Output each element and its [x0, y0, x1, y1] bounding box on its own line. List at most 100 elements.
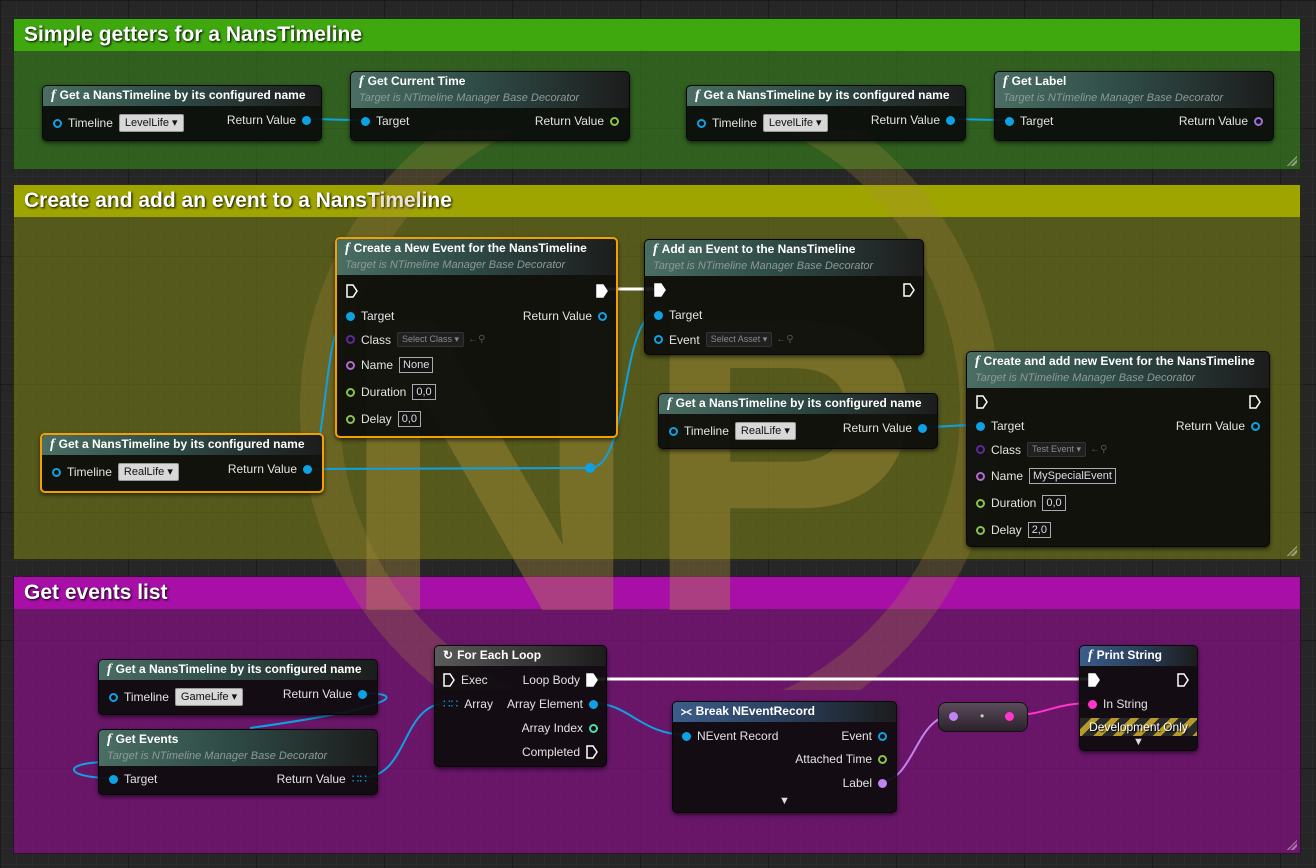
class-pin[interactable]: Class Select Class←⚲	[346, 332, 485, 347]
target-pin[interactable]: Target	[654, 308, 702, 322]
class-pin[interactable]: Class Test Event←⚲	[976, 442, 1107, 457]
object-pin-icon[interactable]	[654, 335, 663, 344]
return-value-pin[interactable]: Return Value	[283, 687, 367, 701]
text-pin-icon[interactable]	[949, 712, 958, 721]
return-value-pin[interactable]: Return Value	[523, 309, 607, 323]
target-pin[interactable]: Target	[361, 114, 409, 128]
exec-pin-icon[interactable]	[1249, 395, 1261, 409]
target-pin[interactable]: Target	[1005, 114, 1053, 128]
get-current-time-node[interactable]: f Get Current Time Target is NTimeline Man…	[350, 71, 630, 141]
get-timeline-by-name-node[interactable]: f Get a NansTimeline by its configured na…	[98, 659, 378, 715]
return-value-pin[interactable]: Return Value	[227, 113, 311, 127]
duration-pin[interactable]: Duration 0,0	[976, 495, 1066, 511]
exec-pin-icon[interactable]	[976, 395, 988, 409]
object-pin-icon[interactable]	[697, 118, 706, 128]
node-header[interactable]: f Add an Event to the NansTimeline Target …	[645, 240, 923, 276]
timeline-dropdown[interactable]: RealLife	[734, 422, 796, 440]
node-header[interactable]: ↻ For Each Loop	[435, 646, 606, 666]
comment-title[interactable]: Simple getters for a NansTimeline	[14, 19, 1300, 51]
target-pin[interactable]: Target	[346, 309, 394, 323]
get-label-node[interactable]: f Get Label Target is NTimeline Manager Ba…	[994, 71, 1274, 141]
name-input[interactable]: None	[399, 357, 434, 373]
object-pin-icon[interactable]	[109, 774, 118, 784]
comment-title[interactable]: Create and add an event to a NansTimelin…	[14, 185, 1300, 217]
create-new-event-node[interactable]: f Create a New Event for the NansTimeline…	[335, 237, 618, 438]
float-pin-icon[interactable]	[346, 414, 355, 424]
object-pin-icon[interactable]	[53, 118, 62, 128]
browse-icon[interactable]: ←⚲	[776, 334, 793, 345]
object-pin-icon[interactable]	[358, 689, 367, 699]
timeline-dropdown[interactable]: GameLife	[174, 688, 244, 706]
event-pin[interactable]: Event	[841, 729, 887, 743]
duration-pin[interactable]: Duration 0,0	[346, 384, 436, 400]
get-timeline-by-name-node[interactable]: f Get a NansTimeline by its configured na…	[686, 85, 966, 141]
array-index-pin[interactable]: Array Index	[522, 721, 598, 735]
exec-pin-icon[interactable]	[1088, 673, 1100, 687]
object-pin-icon[interactable]	[361, 116, 370, 126]
get-events-node[interactable]: f Get Events Target is NTimeline Manager B…	[98, 729, 378, 795]
struct-pin-icon[interactable]	[589, 699, 598, 709]
node-header[interactable]: f Get a NansTimeline by its configured na…	[42, 435, 322, 455]
return-value-pin[interactable]: Return Value ∷∷	[277, 772, 367, 786]
exec-in-pin[interactable]	[346, 284, 358, 298]
timeline-pin[interactable]: Timeline LevelLife	[53, 114, 184, 132]
string-pin-icon[interactable]	[1088, 699, 1097, 709]
resize-handle[interactable]	[1287, 156, 1297, 166]
array-pin-icon[interactable]: ∷∷	[352, 772, 367, 786]
exec-pin-icon[interactable]	[654, 283, 666, 297]
object-pin-icon[interactable]	[1005, 116, 1014, 126]
class-select[interactable]: Select Class	[397, 332, 465, 347]
object-pin-icon[interactable]	[346, 311, 355, 321]
object-pin-icon[interactable]	[1251, 421, 1260, 431]
name-pin-icon[interactable]	[976, 471, 985, 481]
object-pin-icon[interactable]	[669, 426, 678, 436]
return-value-pin[interactable]: Return Value	[535, 114, 619, 128]
object-pin-icon[interactable]	[303, 464, 312, 474]
node-header[interactable]: f Create and add new Event for the NansTi…	[967, 352, 1269, 388]
conversion-node[interactable]: •	[938, 702, 1028, 732]
node-header[interactable]: f Print String	[1080, 646, 1197, 666]
resize-handle[interactable]	[1287, 840, 1297, 850]
exec-pin-icon[interactable]	[443, 673, 455, 687]
float-pin-icon[interactable]	[610, 116, 619, 126]
exec-in-pin[interactable]	[1088, 673, 1100, 687]
event-select[interactable]: Select Asset	[705, 332, 773, 347]
exec-pin-icon[interactable]	[346, 284, 358, 298]
object-pin-icon[interactable]	[918, 423, 927, 433]
object-pin-icon[interactable]	[109, 692, 118, 702]
nevent-record-pin[interactable]: NEvent Record	[682, 729, 778, 743]
node-header[interactable]: f Get a NansTimeline by its configured na…	[659, 394, 937, 414]
exec-out-pin[interactable]	[1249, 395, 1261, 409]
exec-pin-icon[interactable]	[586, 745, 598, 759]
name-pin-icon[interactable]	[346, 360, 355, 370]
node-header[interactable]: f Get Label Target is NTimeline Manager Ba…	[995, 72, 1273, 108]
attached-time-pin[interactable]: Attached Time	[795, 752, 887, 766]
node-header[interactable]: f Get Current Time Target is NTimeline Man…	[351, 72, 629, 108]
float-pin-icon[interactable]	[976, 525, 985, 535]
exec-out-pin[interactable]	[596, 284, 608, 298]
array-pin[interactable]: ∷∷ Array	[443, 697, 493, 711]
get-timeline-by-name-node[interactable]: f Get a NansTimeline by its configured na…	[658, 393, 938, 449]
print-string-node[interactable]: f Print String In String Development Only…	[1079, 645, 1198, 751]
text-pin-icon[interactable]	[878, 778, 887, 788]
name-input[interactable]: MySpecialEvent	[1029, 468, 1116, 484]
float-pin-icon[interactable]	[878, 754, 887, 764]
exec-pin-icon[interactable]	[1177, 673, 1189, 687]
object-pin-icon[interactable]	[878, 731, 887, 741]
in-string-pin[interactable]: In String	[1088, 697, 1148, 711]
timeline-pin[interactable]: Timeline RealLife	[52, 463, 179, 481]
node-header[interactable]: f Get a NansTimeline by its configured na…	[99, 660, 377, 680]
return-value-pin[interactable]: Return Value	[1179, 114, 1263, 128]
timeline-pin[interactable]: Timeline LevelLife	[697, 114, 828, 132]
name-pin[interactable]: Name MySpecialEvent	[976, 468, 1116, 484]
exec-pin-icon[interactable]	[586, 673, 598, 687]
float-pin-icon[interactable]	[346, 387, 355, 397]
class-pin-icon[interactable]	[976, 445, 985, 454]
exec-pin-icon[interactable]	[596, 284, 608, 298]
target-pin[interactable]: Target	[109, 772, 157, 786]
float-pin-icon[interactable]	[976, 498, 985, 508]
object-pin-icon[interactable]	[654, 310, 663, 320]
exec-in-pin[interactable]	[976, 395, 988, 409]
return-value-pin[interactable]: Return Value	[228, 462, 312, 476]
timeline-dropdown[interactable]: LevelLife	[762, 114, 828, 132]
